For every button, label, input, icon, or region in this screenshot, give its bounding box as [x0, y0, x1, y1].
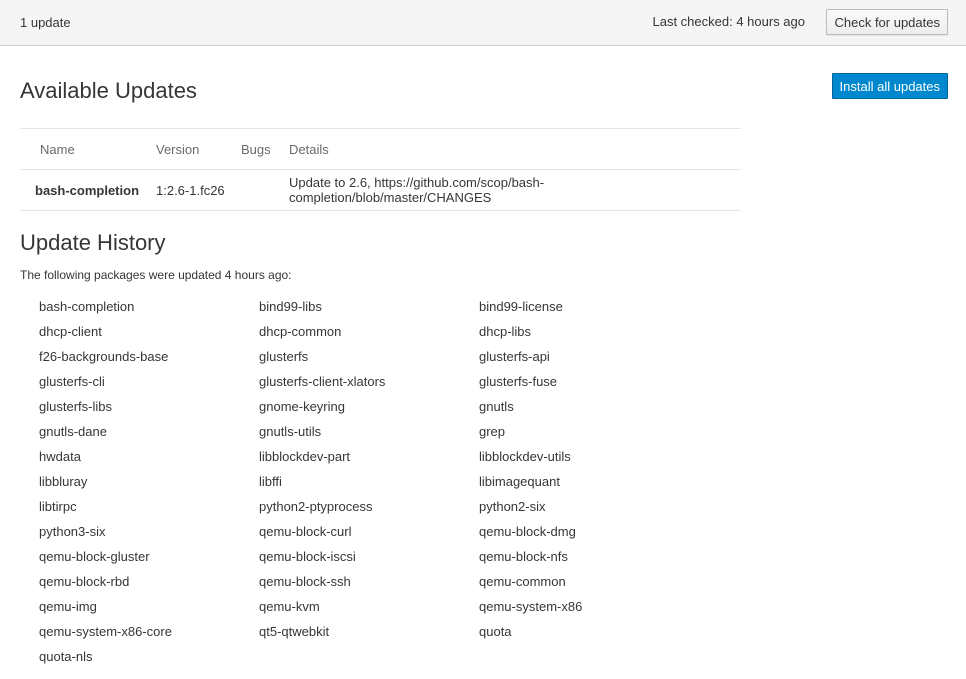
- install-all-updates-button[interactable]: Install all updates: [831, 73, 948, 99]
- list-item: bind99-license: [479, 299, 563, 314]
- status-bar: 1 update Last checked: 4 hours ago Check…: [0, 0, 966, 46]
- list-item: qemu-block-iscsi: [259, 549, 356, 564]
- column-header-details: Details: [289, 128, 741, 170]
- list-item: quota: [479, 624, 512, 639]
- list-item: python3-six: [39, 524, 106, 539]
- list-item: libtirpc: [39, 499, 77, 514]
- list-item: glusterfs: [259, 349, 309, 364]
- list-item: qemu-img: [39, 599, 97, 614]
- list-item: grep: [479, 424, 506, 439]
- list-item: qt5-qtwebkit: [259, 624, 330, 639]
- list-item: hwdata: [39, 449, 81, 464]
- list-item: qemu-system-x86: [479, 599, 583, 614]
- updated-packages-list: bash-completion bind99-libs bind99-license…: [39, 296, 699, 671]
- list-item: libffi: [259, 474, 282, 489]
- list-item: bind99-libs: [259, 299, 322, 314]
- list-item: libbluray: [39, 474, 88, 489]
- update-history-heading: Update History: [20, 230, 166, 255]
- list-item: dhcp-common: [259, 324, 342, 339]
- update-bugs: [241, 169, 289, 211]
- list-item: quota-nls: [39, 649, 93, 664]
- list-item: libimagequant: [479, 474, 560, 489]
- list-item: qemu-system-x86-core: [39, 624, 172, 639]
- column-header-bugs: Bugs: [241, 128, 289, 170]
- available-updates-heading: Available Updates: [20, 78, 197, 103]
- list-item: qemu-kvm: [259, 599, 320, 614]
- list-item: qemu-block-curl: [259, 524, 352, 539]
- column-header-version: Version: [156, 128, 241, 170]
- check-for-updates-button[interactable]: Check for updates: [826, 9, 948, 35]
- table-header-row: Name Version Bugs Details: [20, 128, 741, 170]
- column-header-name: Name: [20, 128, 156, 170]
- list-item: libblockdev-utils: [479, 449, 571, 464]
- list-item: python2-ptyprocess: [259, 499, 373, 514]
- list-item: dhcp-client: [39, 324, 102, 339]
- list-item: gnutls: [479, 399, 514, 414]
- list-item: glusterfs-client-xlators: [259, 374, 386, 389]
- list-item: qemu-block-gluster: [39, 549, 150, 564]
- update-version: 1:2.6-1.fc26: [156, 169, 241, 211]
- update-details: Update to 2.6, https://github.com/scop/b…: [289, 169, 741, 211]
- list-item: qemu-block-rbd: [39, 574, 130, 589]
- list-item: glusterfs-cli: [39, 374, 105, 389]
- list-item: gnome-keyring: [259, 399, 345, 414]
- history-description: The following packages were updated 4 ho…: [20, 268, 292, 282]
- list-item: qemu-block-ssh: [259, 574, 351, 589]
- list-item: f26-backgrounds-base: [39, 349, 169, 364]
- list-item: glusterfs-api: [479, 349, 550, 364]
- update-count: 1 update: [20, 15, 71, 30]
- list-item: dhcp-libs: [479, 324, 532, 339]
- list-item: qemu-block-nfs: [479, 549, 568, 564]
- list-item: gnutls-dane: [39, 424, 107, 439]
- list-item: bash-completion: [39, 299, 135, 314]
- list-item: glusterfs-fuse: [479, 374, 558, 389]
- table-row[interactable]: bash-completion 1:2.6-1.fc26 Update to 2…: [20, 169, 741, 211]
- last-checked-text: Last checked: 4 hours ago: [652, 14, 806, 29]
- available-updates-table: Name Version Bugs Details bash-completio…: [20, 128, 741, 211]
- list-item: qemu-block-dmg: [479, 524, 576, 539]
- list-item: qemu-common: [479, 574, 566, 589]
- update-name: bash-completion: [20, 169, 156, 211]
- list-item: python2-six: [479, 499, 546, 514]
- list-item: glusterfs-libs: [39, 399, 112, 414]
- list-item: gnutls-utils: [259, 424, 322, 439]
- list-item: libblockdev-part: [259, 449, 351, 464]
